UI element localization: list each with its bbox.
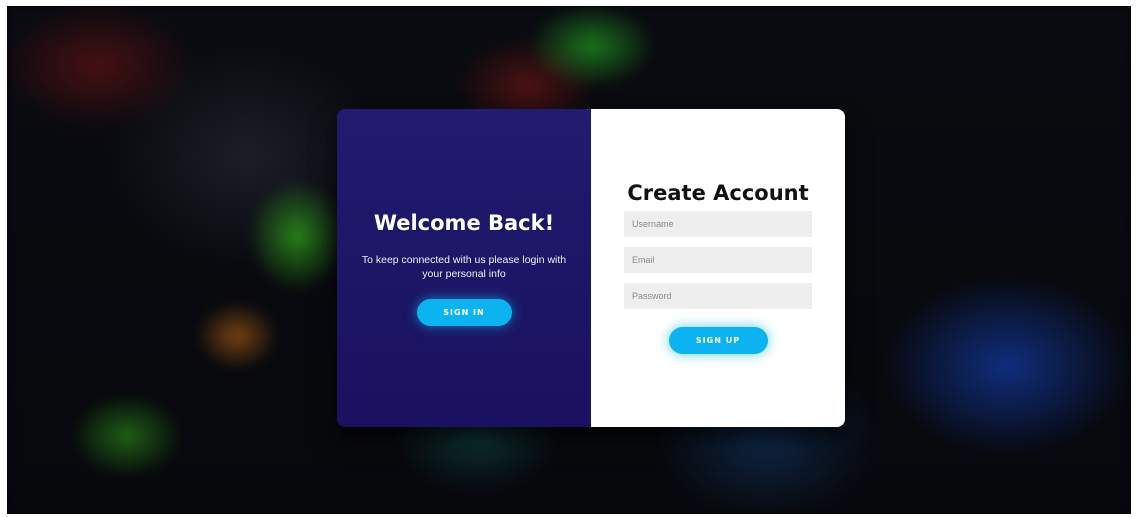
page-frame: Welcome Back! To keep connected with us … [7,6,1131,514]
create-account-title: Create Account [627,181,809,205]
sign-up-button[interactable]: SIGN UP [668,327,768,354]
auth-card: Welcome Back! To keep connected with us … [337,109,845,427]
email-input[interactable] [624,247,812,273]
password-input[interactable] [624,283,812,309]
welcome-panel: Welcome Back! To keep connected with us … [337,109,591,427]
welcome-title: Welcome Back! [373,210,555,235]
username-input[interactable] [624,211,812,237]
welcome-text: To keep connected with us please login w… [361,253,567,280]
sign-in-button[interactable]: SIGN IN [416,298,512,326]
signup-form: Create Account SIGN UP [591,109,845,427]
